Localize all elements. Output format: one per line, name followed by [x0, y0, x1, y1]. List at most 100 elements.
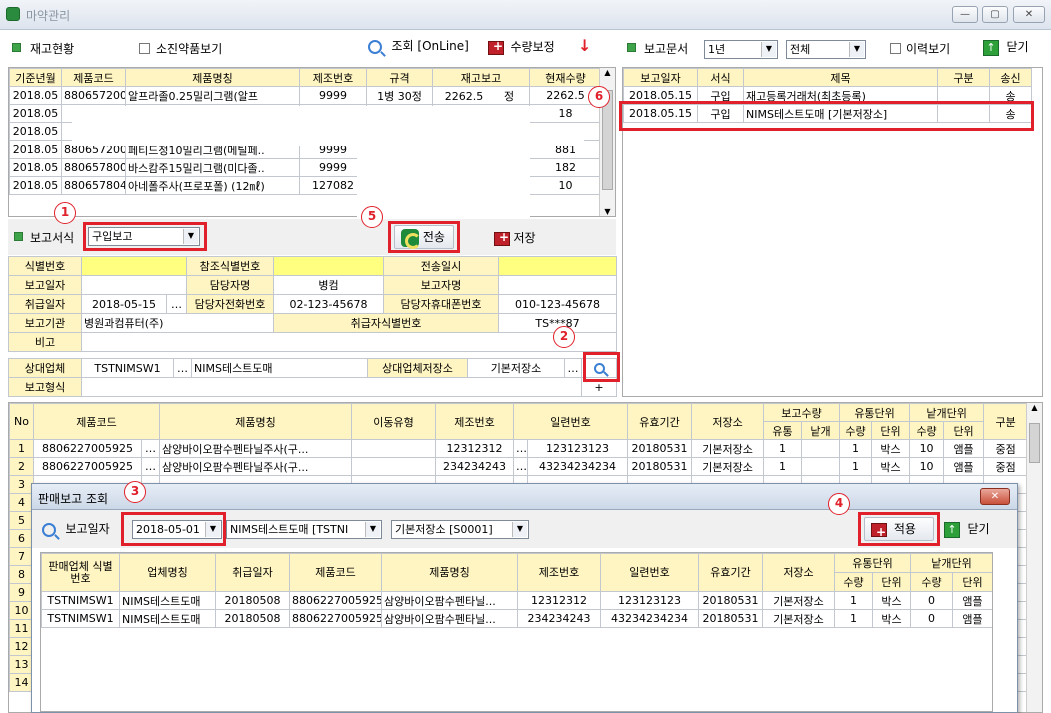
annotation-box-send [388, 221, 460, 253]
dialog-col-header[interactable]: 제품명칭 [381, 553, 518, 592]
table-row[interactable]: 1 8806227005925… 삼양바이오팜수펜타닐주사(구... 12312312… [9, 439, 1029, 458]
close-window-button[interactable]: ✕ [1013, 6, 1045, 23]
stock-col-header[interactable]: 현재수량 [529, 68, 602, 87]
id-field[interactable] [81, 256, 187, 276]
detail-col-header[interactable]: 제조번호 [435, 403, 515, 440]
note-field[interactable] [81, 332, 617, 352]
manager-field[interactable]: 병컴 [273, 275, 384, 295]
report-date-field[interactable] [81, 275, 187, 295]
detail-row-number: 13 [9, 655, 34, 674]
dialog-cell: 1 [834, 591, 873, 610]
agency-label: 보고기관 [8, 313, 82, 333]
type-filter-select[interactable]: 전체 ▼ [786, 40, 866, 59]
detail-cell: 삼양바이오팜수펜타닐주사(구... [159, 457, 353, 476]
detail-cell[interactable]: … [513, 457, 529, 476]
qty-adjust-button[interactable]: 수량보정 [488, 38, 555, 55]
detail-col-header[interactable]: 제품명칭 [159, 403, 353, 440]
stock-col-header[interactable]: 재고보고 [432, 68, 530, 87]
table-row[interactable]: TSTNIMSW1 NIMS테스트도매 20180508 8806227005925 삼… [41, 609, 992, 628]
manager-mobile-label: 담당자휴대폰번호 [383, 294, 499, 314]
partner-store-label: 상대업체저장소 [367, 358, 468, 378]
dialog-cell: 20180531 [698, 591, 763, 610]
detail-cell[interactable]: … [140, 439, 161, 458]
stock-col-header[interactable]: 제품코드 [61, 68, 126, 87]
close-right-button[interactable]: ↑ 닫기 [983, 38, 1029, 56]
detail-sub-header: 단위 [943, 421, 985, 440]
download-arrow-icon[interactable]: ↓ [578, 38, 594, 56]
table-row[interactable]: TSTNIMSW1 NIMS테스트도매 20180508 8806227005925 삼… [41, 591, 992, 610]
report-col-header[interactable]: 송신 [989, 68, 1032, 87]
detail-sub-header: 수량 [839, 421, 873, 440]
dialog-col-header[interactable]: 업체명칭 [119, 553, 216, 592]
dialog-close-icon[interactable]: ✕ [980, 488, 1010, 505]
stock-col-header[interactable]: 기준년월 [9, 68, 62, 87]
manager-phone-field[interactable]: 02-123-45678 [273, 294, 384, 314]
period-select[interactable]: 1년 ▼ [704, 40, 778, 59]
detail-col-header[interactable]: 저장소 [691, 403, 765, 440]
detail-col-header[interactable]: 이동유형 [351, 403, 437, 440]
stock-col-header[interactable]: 규격 [366, 68, 433, 87]
detail-cell: 박스 [871, 457, 911, 476]
report-col-header[interactable]: 보고일자 [623, 68, 698, 87]
dialog-col-header[interactable]: 일련번호 [600, 553, 699, 592]
dialog-sub-header: 단위 [871, 572, 912, 592]
report-col-header[interactable]: 제목 [743, 68, 938, 87]
detail-col-header[interactable]: 유효기간 [627, 403, 693, 440]
partner-name-field[interactable]: NIMS테스트도매 [191, 358, 368, 378]
stock-cell: 10 [529, 176, 602, 195]
table-row[interactable]: 2018.05 880657200 알프라졸0.25밀리그램(알프 9999 1병 30… [9, 86, 602, 105]
reporter-field[interactable] [498, 275, 617, 295]
minimize-button[interactable]: — [952, 6, 978, 23]
up-arrow-icon: ↑ [944, 522, 960, 538]
report-date-label: 보고일자 [8, 275, 82, 295]
ref-id-field[interactable] [273, 256, 384, 276]
dialog-cell: 8806227005925 [289, 609, 382, 628]
dialog-col-header[interactable]: 저장소 [762, 553, 835, 592]
dialog-cell: 박스 [871, 591, 912, 610]
dialog-col-header[interactable]: 유효기간 [698, 553, 763, 592]
partner-code-field[interactable]: TSTNIMSW1 [81, 358, 174, 378]
manager-mobile-field[interactable]: 010-123-45678 [498, 294, 617, 314]
handle-date-picker[interactable]: … [166, 294, 187, 314]
history-checkbox[interactable] [890, 43, 901, 54]
dialog-close-button[interactable]: ↑ 닫기 [944, 520, 990, 538]
detail-col-header[interactable]: 제품코드 [32, 403, 161, 440]
partner-store-picker[interactable]: … [564, 358, 582, 378]
detail-cell: 1 [839, 439, 873, 458]
detail-grid-scrollbar[interactable]: ▲ [1026, 403, 1042, 712]
save-button[interactable]: 저장 [494, 229, 536, 246]
dialog-col-header[interactable]: 제품코드 [289, 553, 382, 592]
stock-cell: 2018.05 [9, 122, 62, 141]
app-icon [6, 7, 20, 21]
detail-sub-header: 수량 [909, 421, 945, 440]
dialog-partner-select[interactable]: NIMS테스트도매 [TSTNI ▼ [226, 520, 382, 539]
report-type-field[interactable] [81, 377, 582, 397]
online-query-button[interactable]: 조회 [OnLine] [368, 37, 469, 54]
form-marker-icon [14, 232, 23, 241]
report-col-header[interactable]: 구분 [937, 68, 990, 87]
handle-date-field[interactable]: 2018-05-15 [81, 294, 167, 314]
partner-store-field[interactable]: 기본저장소 [467, 358, 565, 378]
partner-code-picker[interactable]: … [173, 358, 192, 378]
dialog-col-header[interactable]: 판매업체 식별번호 [41, 553, 120, 592]
stock-cell: 바스캄주15밀리그램(미다졸.. [125, 158, 300, 177]
detail-cell [801, 457, 841, 476]
dialog-col-header[interactable]: 취급일자 [215, 553, 290, 592]
dialog-store-select[interactable]: 기본저장소 [S0001] ▼ [391, 520, 529, 539]
detail-cell: 1 [763, 457, 803, 476]
stock-col-header[interactable]: 제품명칭 [125, 68, 300, 87]
dialog-col-header[interactable]: 제조번호 [517, 553, 601, 592]
detail-cell[interactable]: … [140, 457, 161, 476]
window-title: 마약관리 [26, 9, 71, 23]
report-col-header[interactable]: 서식 [697, 68, 744, 87]
stock-col-header[interactable]: 제조번호 [299, 68, 367, 87]
detail-cell[interactable]: … [513, 439, 529, 458]
exhausted-checkbox[interactable] [139, 43, 150, 54]
agency-field[interactable]: 병원과컴퓨터(주) [81, 313, 274, 333]
detail-col-header[interactable]: 일련번호 [513, 403, 629, 440]
detail-col-header[interactable]: 구분 [983, 403, 1029, 440]
table-row[interactable]: 2 8806227005925… 삼양바이오팜수펜타닐주사(구... 23423424… [9, 457, 1029, 476]
send-date-field[interactable] [498, 256, 617, 276]
detail-col-header[interactable]: No [9, 403, 34, 440]
maximize-button[interactable]: ▢ [982, 6, 1008, 23]
